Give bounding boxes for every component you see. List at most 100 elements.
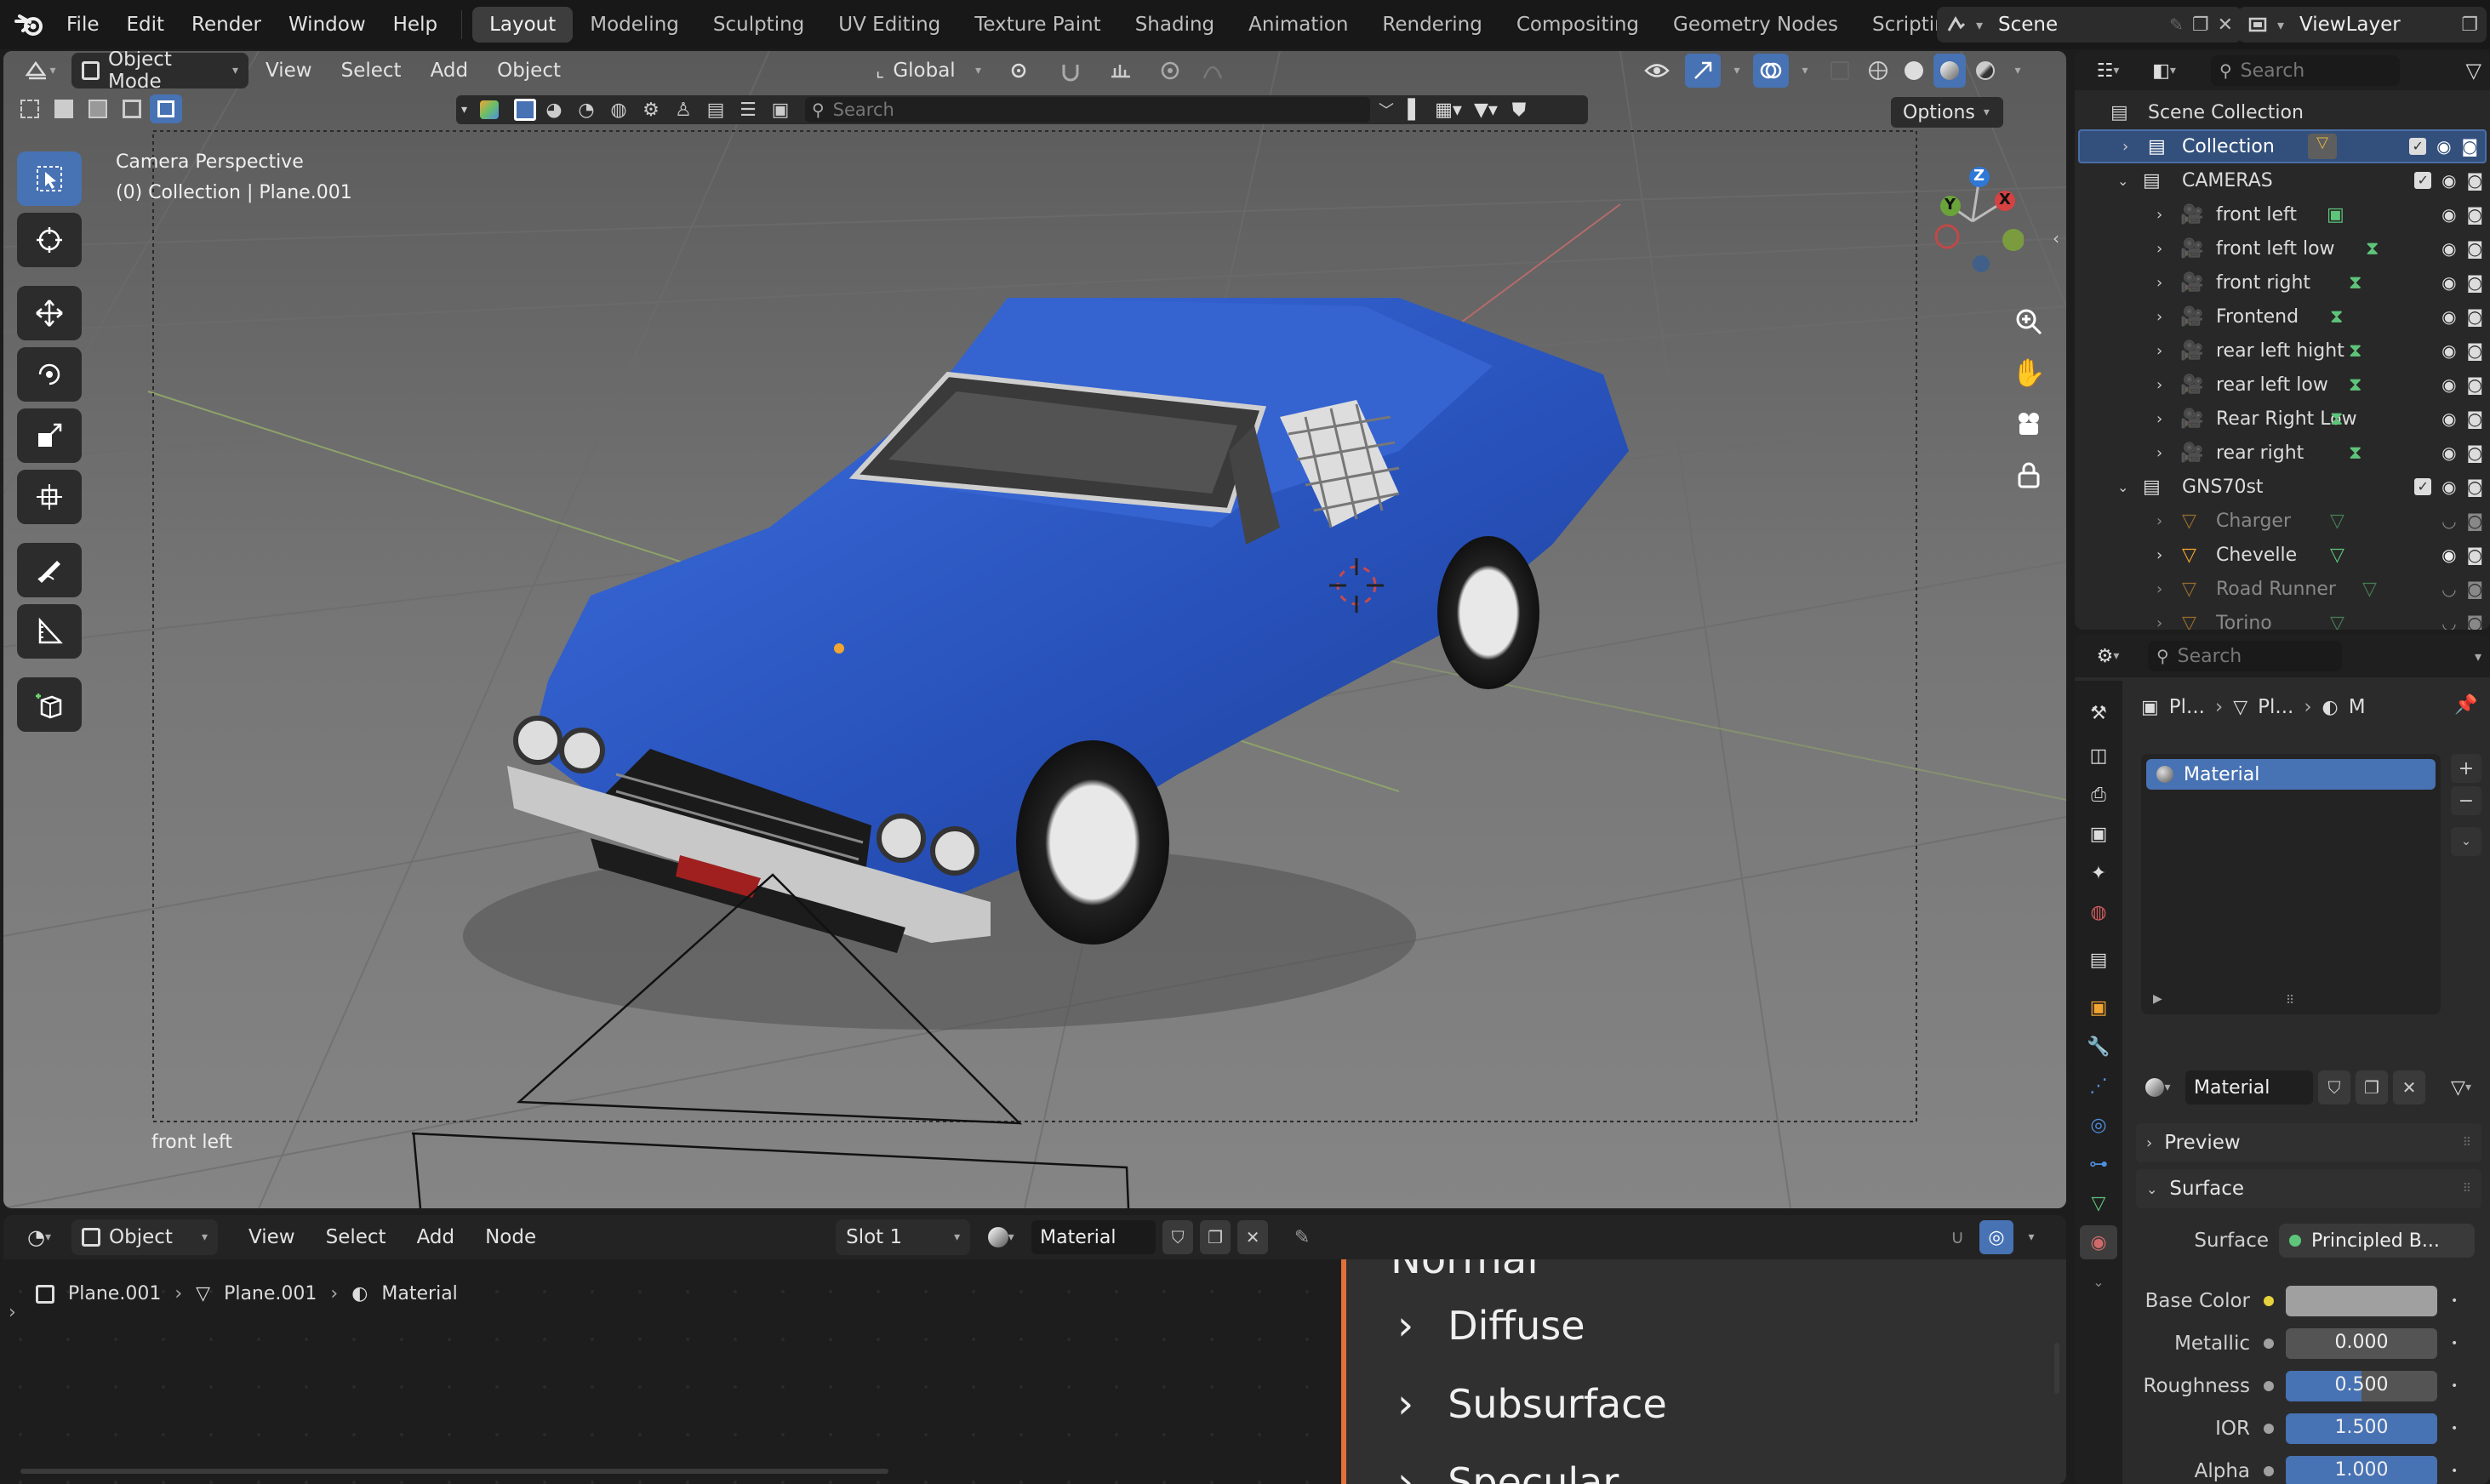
node-vertical-scrollbar[interactable] bbox=[2054, 1343, 2059, 1394]
render-camera-icon[interactable]: ◙ bbox=[2467, 477, 2483, 497]
filter-camera-icon[interactable]: ☰ bbox=[734, 100, 762, 121]
filter-curve-icon[interactable]: ◕ bbox=[540, 100, 568, 121]
overlays-dropdown-icon[interactable]: ▾ bbox=[1792, 54, 1818, 88]
options-dropdown[interactable]: Options ▾ bbox=[1891, 97, 2003, 128]
exclude-checkbox[interactable]: ✓ bbox=[2409, 138, 2427, 155]
camera-data-icon[interactable]: ⧗ bbox=[2349, 442, 2362, 464]
tab-shading[interactable]: Shading bbox=[1118, 7, 1231, 43]
layout-icon[interactable]: ▦▾ bbox=[1431, 100, 1465, 121]
new-view-layer-icon[interactable]: ❐ bbox=[2461, 14, 2478, 36]
outliner-item-camera[interactable]: › 🎥 front left low ⧗ ◉ ◙ bbox=[2075, 231, 2490, 265]
render-camera-icon[interactable]: ◙ bbox=[2467, 170, 2483, 191]
viewport-menu-view[interactable]: View bbox=[254, 53, 324, 88]
visibility-eye-icon[interactable]: ◉ bbox=[2441, 204, 2456, 225]
duplicate-material-icon[interactable]: ❐ bbox=[1200, 1220, 1231, 1254]
viewport-menu-select[interactable]: Select bbox=[329, 53, 414, 88]
zoom-icon[interactable] bbox=[2007, 300, 2051, 344]
metallic-field[interactable]: 0.000 bbox=[2286, 1328, 2437, 1359]
unlink-material-icon[interactable]: ✕ bbox=[1237, 1220, 1269, 1254]
visibility-eye-icon[interactable]: ◉ bbox=[2441, 306, 2456, 327]
preview-panel-header[interactable]: › Preview ⠿ bbox=[2136, 1123, 2481, 1162]
ior-field[interactable]: 1.500 bbox=[2286, 1413, 2437, 1444]
socket-dot-icon[interactable] bbox=[2264, 1338, 2274, 1349]
object-type-icon[interactable] bbox=[480, 100, 499, 119]
render-camera-icon[interactable]: ◙ bbox=[2467, 306, 2483, 327]
outliner-item-camera[interactable]: › 🎥 rear right ⧗ ◉ ◙ bbox=[2075, 436, 2490, 470]
visibility-eye-icon[interactable]: ◉ bbox=[2441, 238, 2456, 259]
visibility-eye-icon[interactable]: ◉ bbox=[2441, 442, 2456, 463]
filter-funnel-icon[interactable]: ▼▾ bbox=[1469, 100, 1503, 121]
filter-light-icon[interactable]: ▤ bbox=[701, 100, 730, 121]
outliner-item-camera[interactable]: › 🎥 Frontend ⧗ ◉ ◙ bbox=[2075, 300, 2490, 334]
pan-hand-icon[interactable]: ✋ bbox=[2007, 351, 2051, 395]
render-camera-icon[interactable]: ◙ bbox=[2467, 374, 2483, 395]
expand-arrow-icon[interactable]: › bbox=[2156, 342, 2162, 360]
add-cube-tool-icon[interactable] bbox=[17, 677, 82, 732]
outliner-filter-icon[interactable]: ▽ bbox=[2466, 59, 2481, 83]
tab-render-icon[interactable]: ◫ bbox=[2080, 739, 2117, 773]
lock-icon[interactable] bbox=[2007, 453, 2051, 497]
filter-meta-icon[interactable]: ◍ bbox=[604, 100, 633, 121]
outliner-item-mesh[interactable]: › ▽ Road Runner ▽ ◡ ◙ bbox=[2075, 572, 2490, 606]
select-subtract-icon[interactable] bbox=[82, 94, 114, 123]
scale-tool-icon[interactable] bbox=[17, 408, 82, 463]
render-camera-icon[interactable]: ◙ bbox=[2467, 613, 2483, 630]
render-camera-icon[interactable]: ◙ bbox=[2467, 272, 2483, 293]
node-editor-type-icon[interactable]: ◔ ▾ bbox=[14, 1220, 65, 1254]
keyframe-dot-icon[interactable]: • bbox=[2451, 1337, 2458, 1350]
pin-icon[interactable]: ✎ bbox=[2169, 14, 2184, 35]
visibility-eye-icon[interactable]: ◡ bbox=[2441, 613, 2456, 630]
node-panel-specular[interactable]: › Specular bbox=[1397, 1458, 1619, 1484]
node-panel-diffuse[interactable]: › Diffuse bbox=[1397, 1302, 1585, 1350]
proportional-edit-icon[interactable] bbox=[1151, 54, 1189, 88]
shader-type-dropdown[interactable]: Object ▾ bbox=[71, 1219, 218, 1255]
tab-material-icon[interactable]: ◉ bbox=[2080, 1225, 2117, 1259]
tab-data-icon[interactable]: ▽ bbox=[2080, 1186, 2117, 1220]
filter-dropdown-icon[interactable]: ▾ bbox=[461, 103, 477, 117]
orientation-dropdown[interactable]: ⌞ Global ▾ bbox=[865, 53, 991, 88]
visibility-eye-icon[interactable]: ◉ bbox=[2441, 170, 2456, 191]
outliner-search-field[interactable]: ⚲ Search bbox=[2211, 55, 2400, 86]
drag-handle-icon[interactable]: ⠿ bbox=[2463, 1136, 2471, 1150]
outliner-scene-collection[interactable]: ▤ Scene Collection bbox=[2075, 95, 2490, 129]
base-color-swatch[interactable] bbox=[2286, 1286, 2437, 1316]
render-camera-icon[interactable]: ◙ bbox=[2467, 442, 2483, 463]
shield-icon[interactable]: ⛊ bbox=[1506, 100, 1532, 121]
expand-arrow-icon[interactable]: › bbox=[2156, 308, 2162, 326]
shading-dropdown-icon[interactable]: ▾ bbox=[2005, 54, 2030, 88]
scene-selector[interactable]: ▾ Scene ✎ ❐ ✕ bbox=[1937, 7, 2242, 43]
visibility-eye-icon[interactable]: ◡ bbox=[2441, 579, 2456, 599]
new-scene-icon[interactable]: ❐ bbox=[2192, 14, 2209, 36]
tab-geometry-nodes[interactable]: Geometry Nodes bbox=[1656, 7, 1855, 43]
expand-arrow-icon[interactable]: › bbox=[2156, 376, 2162, 394]
visibility-eye-icon[interactable]: ◉ bbox=[2441, 340, 2456, 361]
expand-arrow-icon[interactable]: › bbox=[2156, 240, 2162, 258]
tab-scene-icon[interactable]: ✦ bbox=[2080, 856, 2117, 890]
resize-handle-icon[interactable]: ⠿ bbox=[2286, 994, 2294, 1007]
tab-modifiers-icon[interactable]: 🔧 bbox=[2080, 1030, 2117, 1064]
viewport-3d[interactable]: ▾ Object Mode ▾ View Select Add Object ⌞… bbox=[3, 51, 2066, 1208]
navigation-gizmo[interactable]: Z X Y bbox=[1922, 162, 2024, 272]
outliner-item-mesh[interactable]: › ▽ Chevelle ▽ ◉ ◙ bbox=[2075, 538, 2490, 572]
outliner-item-camera[interactable]: › 🎥 rear left hight ⧗ ◉ ◙ bbox=[2075, 334, 2490, 368]
outliner-item-gns70st[interactable]: ⌄ ▤ GNS70st ✓ ◉ ◙ bbox=[2075, 470, 2490, 504]
tab-rendering[interactable]: Rendering bbox=[1365, 7, 1499, 43]
socket-dot-icon[interactable] bbox=[2264, 1381, 2274, 1391]
principled-bsdf-node[interactable]: Normal › Diffuse › Subsurface › Specular bbox=[1341, 1259, 2066, 1484]
slot-specials-icon[interactable]: ⌄ bbox=[2451, 827, 2481, 856]
visibility-eye-icon[interactable]: ◉ bbox=[2441, 408, 2456, 429]
xray-toggle-icon[interactable] bbox=[1821, 54, 1859, 88]
collapse-arrow-icon[interactable]: ⌄ bbox=[2117, 479, 2128, 495]
tab-compositing[interactable]: Compositing bbox=[1499, 7, 1656, 43]
outliner-item-camera[interactable]: › 🎥 rear left low ⧗ ◉ ◙ bbox=[2075, 368, 2490, 402]
properties-search-field[interactable]: ⚲ Search bbox=[2148, 641, 2342, 671]
filter-armature-icon[interactable]: ⚙ bbox=[637, 100, 665, 121]
filter-lattice-icon[interactable]: ♙ bbox=[669, 100, 698, 121]
snap-target-icon[interactable] bbox=[1095, 54, 1146, 88]
mesh-data-icon[interactable]: ▽ bbox=[2330, 511, 2344, 532]
camera-data-icon[interactable]: ⧗ bbox=[2330, 306, 2343, 328]
tab-uv-editing[interactable]: UV Editing bbox=[821, 7, 957, 43]
viewport-search-field[interactable]: ⚲ Search bbox=[805, 97, 1370, 123]
node-toolbar-toggle-icon[interactable]: › bbox=[9, 1302, 16, 1323]
pin-icon[interactable]: 📌 bbox=[2454, 694, 2477, 716]
